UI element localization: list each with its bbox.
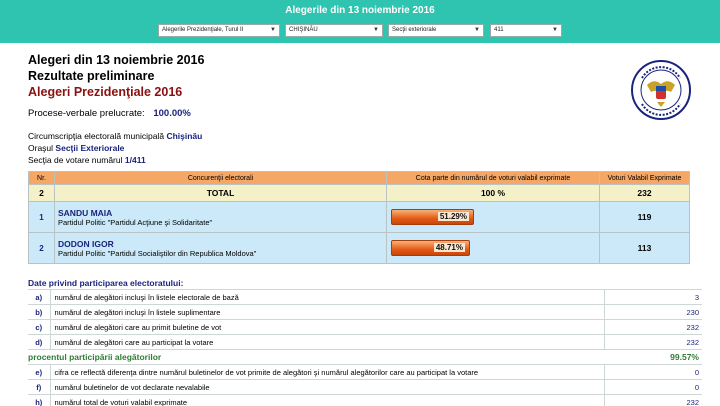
participation-percent-label: procentul participării alegătorilor — [28, 349, 604, 365]
participation-title: Date privind participarea electoratului: — [28, 278, 184, 288]
row-text: cifra ce reflectă diferenţa dintre număr… — [49, 364, 604, 380]
participation-row: d) numărul de alegători care au participa… — [28, 334, 702, 350]
processed-reports: Procese-verbale prelucrate: 100.00% — [28, 108, 191, 119]
locality-select-value: Secţii exteriorale — [392, 27, 437, 33]
row-value: 0 — [603, 364, 702, 380]
station-label: Secţia de votare numărul — [28, 155, 123, 165]
row-letter: c) — [28, 319, 50, 335]
election-heading: Alegeri din 13 noiembrie 2016 — [28, 53, 205, 67]
vote-share-bar: 51.29% — [391, 209, 474, 225]
col-votes: Voturi Valabil Exprimate — [599, 171, 690, 185]
candidate-row: 1 SANDU MAIA Partidul Politic "Partidul … — [28, 201, 690, 233]
city-label: Oraşul — [28, 143, 54, 153]
circ-label: Circumscripţia electorală municipală — [28, 131, 165, 141]
election-select-value: Alegerile Prezidenţiale, Turul II — [162, 27, 244, 33]
chevron-down-icon: ▼ — [552, 27, 558, 33]
col-competitors: Concurenţii electorali — [54, 171, 387, 185]
election-type-heading: Alegeri Prezidenţiale 2016 — [28, 85, 183, 99]
circumscription-line: Circumscripţia electorală municipală Chi… — [28, 131, 202, 141]
row-text: numărul de alegători incluşi în listele … — [49, 304, 604, 320]
total-pct: 100 % — [386, 184, 600, 202]
vote-share-label: 51.29% — [437, 212, 469, 221]
row-letter: b) — [28, 304, 50, 320]
participation-row: c) numărul de alegători care au primit bu… — [28, 319, 702, 335]
participation-row: e) cifra ce reflectă diferenţa dintre num… — [28, 364, 702, 380]
station-select-value: 411 — [494, 27, 504, 33]
results-header-row: Nr. Concurenţii electorali Cota parte di… — [28, 171, 690, 185]
total-label: TOTAL — [54, 184, 387, 202]
participation-percent-row: procentul participării alegătorilor 99.57… — [28, 349, 702, 365]
row-text: numărul de alegători care au participat … — [49, 334, 604, 350]
total-row: 2 TOTAL 100 % 232 — [28, 184, 690, 202]
chevron-down-icon: ▼ — [373, 27, 379, 33]
row-letter: f) — [28, 379, 50, 395]
row-value: 230 — [603, 304, 702, 320]
row-text: numărul de alegători incluşi în listele … — [49, 289, 604, 305]
row-text: numărul total de voturi valabil exprimat… — [49, 394, 604, 406]
candidate-nr: 2 — [28, 232, 55, 264]
station-select[interactable]: 411 ▼ — [490, 24, 562, 37]
city-line: Oraşul Secţii Exteriorale — [28, 143, 124, 153]
station-value: 1/411 — [124, 155, 146, 165]
row-text: numărul de alegători care au primit bule… — [49, 319, 604, 335]
candidate-nr: 1 — [28, 201, 55, 233]
candidate-name: SANDU MAIA — [58, 207, 113, 218]
row-value: 3 — [603, 289, 702, 305]
participation-row: h) numărul total de voturi valabil exprim… — [28, 394, 702, 406]
row-value: 232 — [603, 394, 702, 406]
col-share: Cota parte din numărul de voturi valabil… — [386, 171, 600, 185]
results-table: Nr. Concurenţii electorali Cota parte di… — [28, 171, 690, 264]
processed-value: 100.00% — [153, 108, 191, 119]
processed-label: Procese-verbale prelucrate: — [28, 108, 145, 119]
row-value: 0 — [603, 379, 702, 395]
participation-table: a) numărul de alegători incluşi în listel… — [28, 289, 702, 406]
cec-moldova-seal-icon — [631, 60, 691, 120]
candidate-votes: 119 — [599, 201, 690, 233]
vote-share-bar: 48.71% — [391, 240, 470, 256]
top-bar: Alegerile din 13 noiembrie 2016 Alegeril… — [0, 0, 720, 43]
station-line: Secţia de votare numărul 1/411 — [28, 155, 146, 165]
participation-row: b) numărul de alegători incluşi în listel… — [28, 304, 702, 320]
page-title: Alegerile din 13 noiembrie 2016 — [285, 5, 435, 16]
results-subheading: Rezultate preliminare — [28, 69, 155, 83]
district-select-value: CHIŞINĂU — [289, 27, 318, 33]
candidate-party: Partidul Politic "Partidul Socialiştilor… — [58, 248, 257, 258]
row-letter: d) — [28, 334, 50, 350]
participation-row: f) numărul buletinelor de vot declarate n… — [28, 379, 702, 395]
election-select[interactable]: Alegerile Prezidenţiale, Turul II ▼ — [158, 24, 280, 37]
candidate-name: DODON IGOR — [58, 238, 114, 249]
participation-row: a) numărul de alegători incluşi în listel… — [28, 289, 702, 305]
chevron-down-icon: ▼ — [474, 27, 480, 33]
locality-select[interactable]: Secţii exteriorale ▼ — [388, 24, 484, 37]
row-letter: e) — [28, 364, 50, 380]
col-nr: Nr. — [28, 171, 55, 185]
total-nr: 2 — [28, 184, 55, 202]
row-value: 232 — [603, 319, 702, 335]
total-votes: 232 — [599, 184, 690, 202]
chevron-down-icon: ▼ — [270, 27, 276, 33]
vote-share-label: 48.71% — [433, 243, 465, 252]
row-text: numărul buletinelor de vot declarate nev… — [49, 379, 604, 395]
candidate-party: Partidul Politic "Partidul Acţiune şi So… — [58, 217, 213, 227]
row-value: 232 — [603, 334, 702, 350]
participation-percent-value: 99.57% — [604, 349, 702, 365]
candidate-votes: 113 — [599, 232, 690, 264]
city-value: Secţii Exteriorale — [55, 143, 125, 153]
circ-value: Chişinău — [166, 131, 203, 141]
row-letter: a) — [28, 289, 50, 305]
row-letter: h) — [28, 394, 50, 406]
candidate-row: 2 DODON IGOR Partidul Politic "Partidul … — [28, 232, 690, 264]
district-select[interactable]: CHIŞINĂU ▼ — [285, 24, 383, 37]
